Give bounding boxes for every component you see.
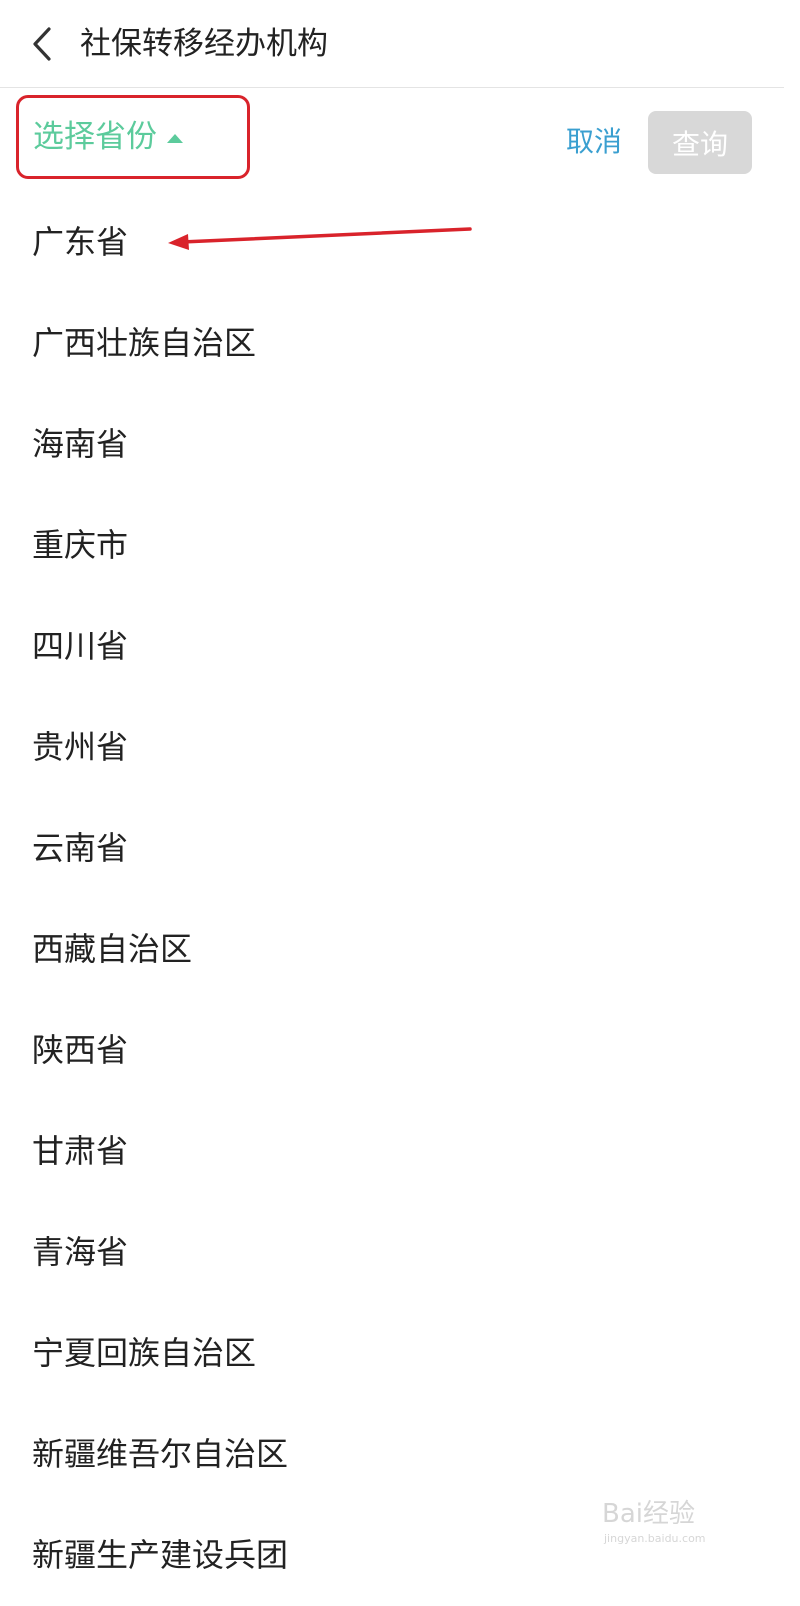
province-item[interactable]: 新疆维吾尔自治区 [0, 1404, 784, 1505]
province-item[interactable]: 广西壮族自治区 [0, 293, 784, 394]
province-item[interactable]: 青海省 [0, 1202, 784, 1303]
select-province-label: 选择省份 [33, 119, 157, 155]
back-button[interactable] [22, 22, 62, 66]
filter-toolbar: 选择省份 取消 查询 [0, 88, 784, 188]
province-item[interactable]: 广东省 [0, 192, 784, 293]
province-item[interactable]: 甘肃省 [0, 1101, 784, 1202]
select-province-dropdown[interactable]: 选择省份 [16, 95, 250, 179]
province-item[interactable]: 西藏自治区 [0, 899, 784, 1000]
province-item[interactable]: 陕西省 [0, 1000, 784, 1101]
page-title: 社保转移经办机构 [80, 26, 328, 62]
province-item[interactable]: 云南省 [0, 798, 784, 899]
province-item[interactable]: 贵州省 [0, 697, 784, 798]
chevron-left-icon [33, 27, 51, 61]
caret-up-icon [167, 133, 183, 143]
query-button[interactable]: 查询 [648, 111, 752, 174]
cancel-button[interactable]: 取消 [566, 120, 622, 164]
province-item[interactable]: 新疆生产建设兵团 [0, 1505, 784, 1606]
top-bar: 社保转移经办机构 [0, 0, 784, 88]
province-item[interactable]: 重庆市 [0, 495, 784, 596]
province-item[interactable]: 海南省 [0, 394, 784, 495]
province-list: 广东省 广西壮族自治区 海南省 重庆市 四川省 贵州省 云南省 西藏自治区 陕西… [0, 192, 784, 1606]
province-item[interactable]: 宁夏回族自治区 [0, 1303, 784, 1404]
province-item[interactable]: 四川省 [0, 596, 784, 697]
